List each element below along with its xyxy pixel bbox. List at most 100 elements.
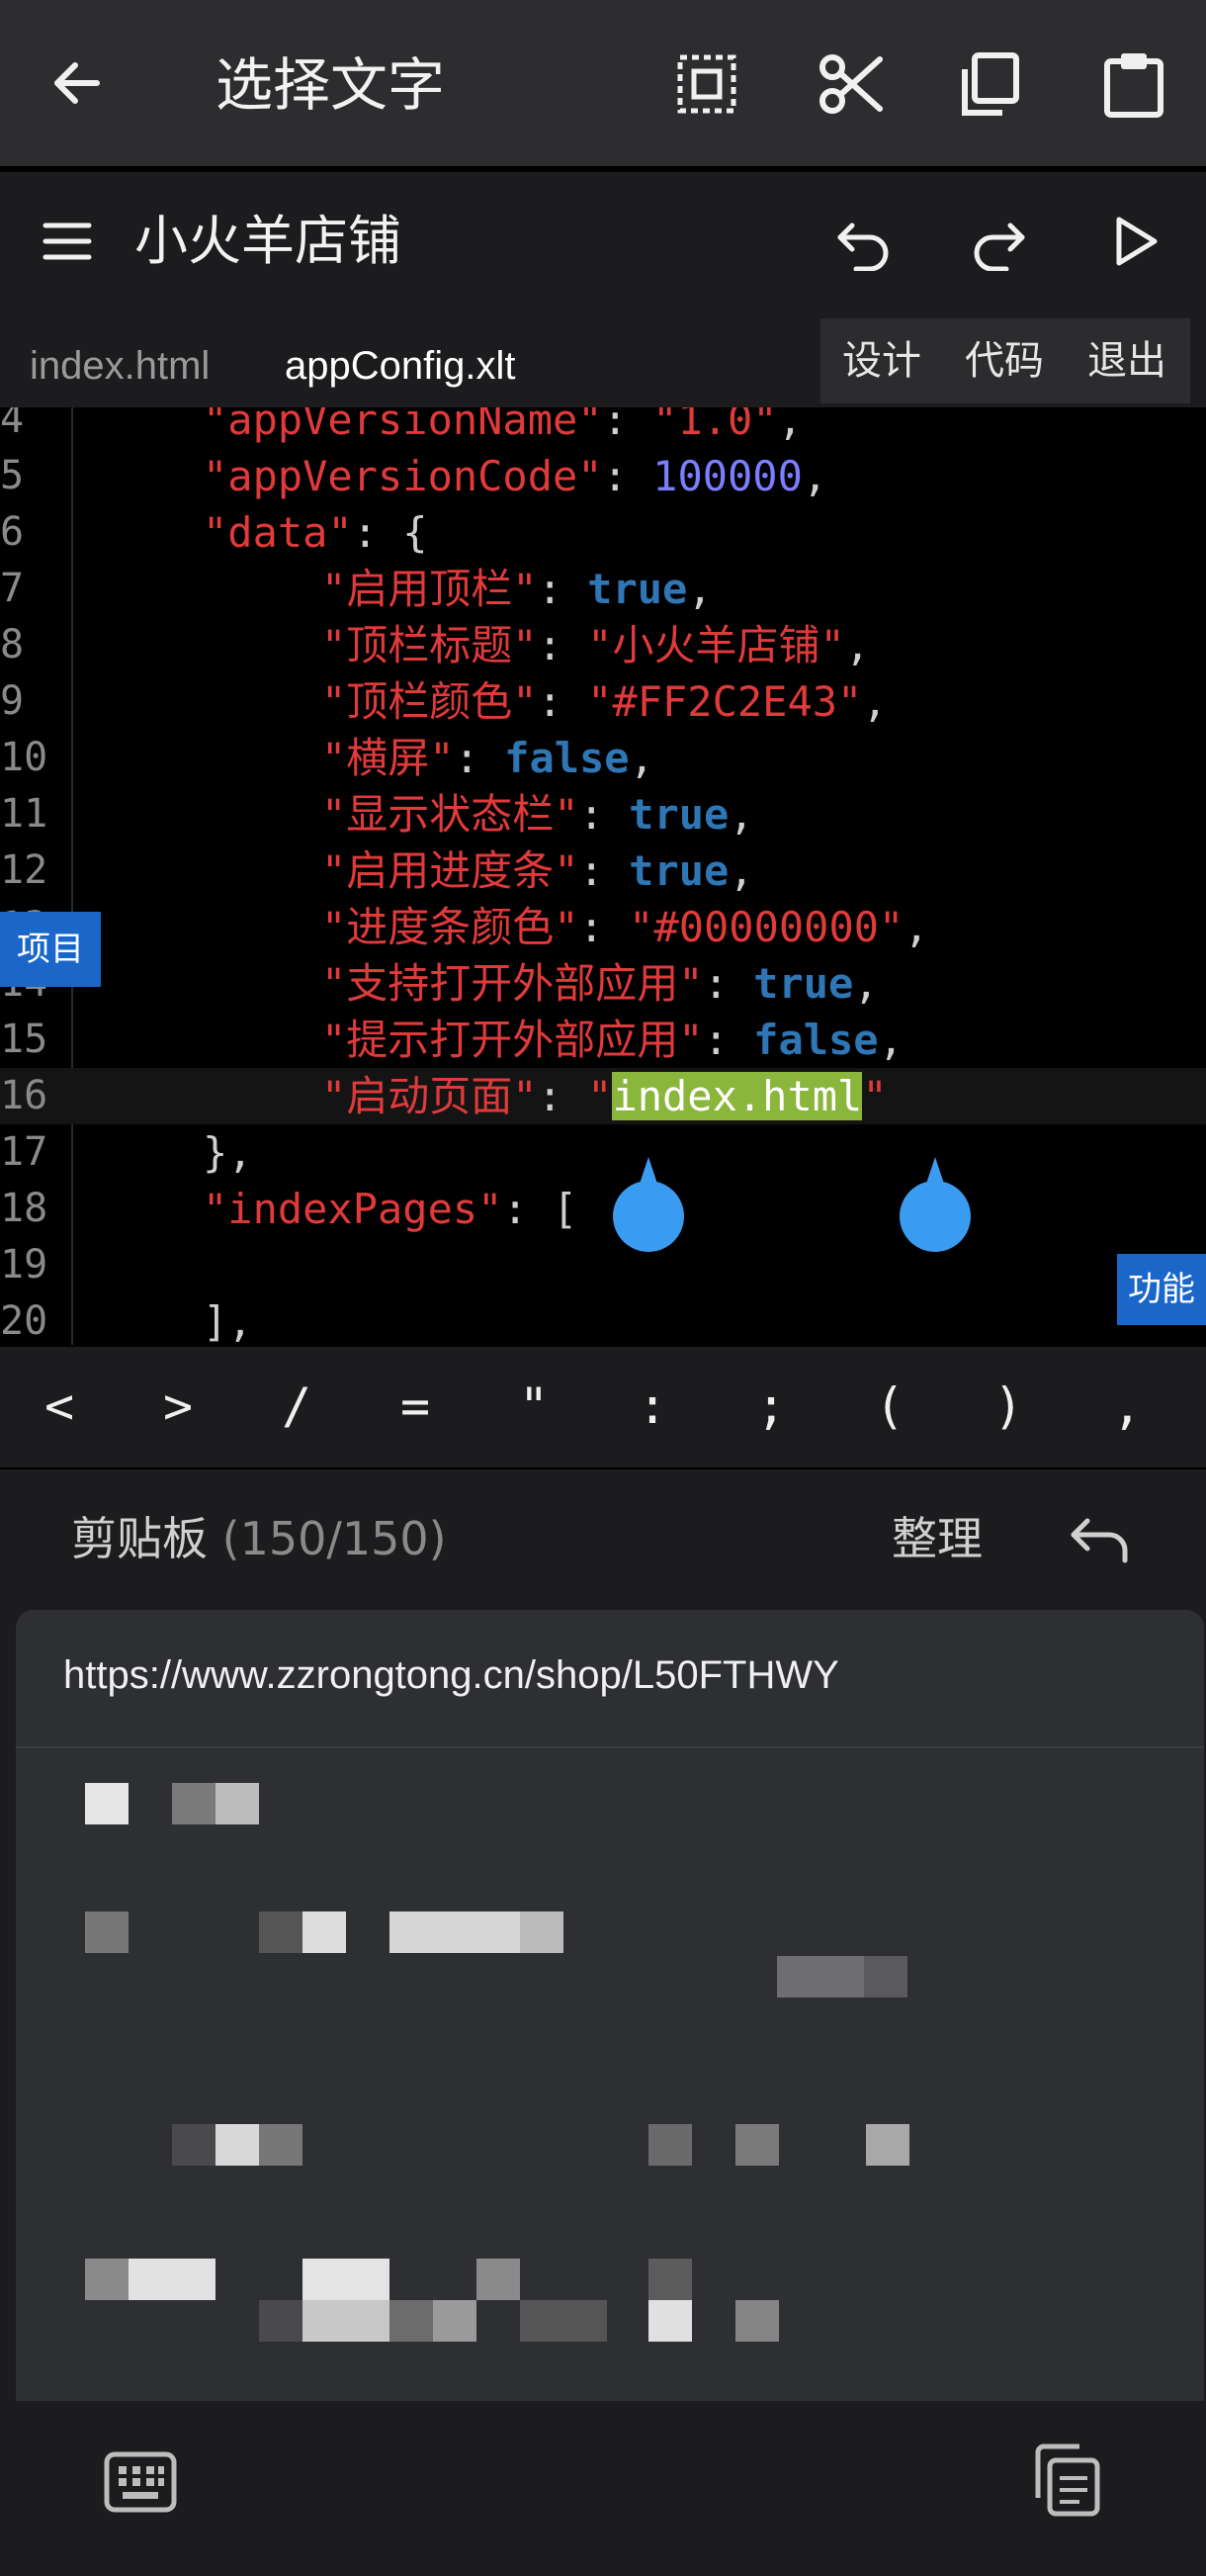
code-token: "1.0" [652,407,778,444]
code-token: "indexPages" [203,1185,503,1233]
code-line[interactable]: 20], [0,1293,1206,1345]
code-token: "启用进度条" [321,846,579,895]
line-number: 9 [0,678,25,724]
code-token: }, [203,1128,253,1177]
code-line[interactable]: 19 [0,1237,1206,1293]
code-token: "#00000000" [629,903,904,951]
code-line[interactable]: 14"支持打开外部应用": true, [0,955,1206,1012]
clipboard-count: (150/150) [221,1512,447,1565]
clipboard-bottom-bar [0,2401,1206,2576]
clipboard-copy-icon[interactable] [1026,2441,1105,2520]
code-token: , [862,677,888,726]
code-text: "appVersionName": "1.0", [203,407,803,448]
code-token: "小火羊店铺" [587,621,845,669]
code-mode-button[interactable]: 代码 [965,336,1044,386]
code-line[interactable]: 12 "启用进度条": true, [0,843,1206,899]
code-line[interactable]: 7 "启用顶栏": true, [0,561,1206,617]
redo-icon[interactable] [969,212,1028,271]
code-token: true [587,565,688,613]
code-token: false [753,1016,879,1064]
code-token: ], [203,1297,253,1345]
hamburger-menu-icon[interactable] [42,216,93,267]
selection-end-handle[interactable] [900,1157,971,1252]
code-token: "顶栏标题" [321,621,538,669]
symbol-key[interactable]: > [119,1377,237,1436]
tab-appconfig-xlt[interactable]: appConfig.xlt [285,342,515,390]
code-token: : [578,846,630,895]
clipboard-title-text: 剪贴板 [71,1512,208,1565]
code-token: , [878,1016,904,1064]
clipboard-title: 剪贴板 (150/150) [71,1509,447,1568]
text-selection-action-bar: 选择文字 [0,0,1206,166]
back-arrow-icon[interactable] [47,53,107,113]
code-line[interactable]: 13"进度条颜色": "#00000000", [0,899,1206,955]
symbol-key[interactable]: ) [949,1377,1068,1436]
symbol-key[interactable]: ( [830,1377,949,1436]
cut-scissors-icon[interactable] [817,49,886,119]
code-line[interactable]: 18 "indexPages": [ [0,1181,1206,1237]
function-side-tab[interactable]: 功能 [1117,1254,1206,1325]
code-line[interactable]: 10 "横屏": false, [0,730,1206,786]
code-token: , [729,790,754,839]
copy-icon[interactable] [955,49,1024,119]
symbol-key[interactable]: ; [712,1377,830,1436]
code-text: ], [203,1293,253,1345]
line-number: 20 [0,1298,48,1344]
line-number: 15 [0,1017,48,1062]
code-line[interactable]: 15 "提示打开外部应用": false, [0,1012,1206,1068]
design-mode-button[interactable]: 设计 [842,336,921,386]
code-text: }, [203,1124,253,1181]
code-text: "appVersionCode": 100000, [203,448,827,504]
symbol-key[interactable]: / [237,1377,356,1436]
code-token: : { [352,508,428,557]
code-line[interactable]: 11 "显示状态栏": true, [0,786,1206,843]
code-token: , [802,452,828,500]
undo-icon[interactable] [834,212,894,271]
clipboard-tidy-button[interactable]: 整理 [892,1509,983,1568]
code-text: "显示状态栏": true, [321,786,754,843]
clipboard-item-text: https://www.zzrongtong.cn/shop/L50FTHWY [63,1653,839,1697]
code-token: , [687,565,713,613]
clipboard-return-icon[interactable] [1068,1511,1133,1570]
symbol-key[interactable]: , [1068,1377,1186,1436]
code-text: "横屏": false, [321,730,654,786]
code-token: , [729,846,754,895]
code-line[interactable]: 6 "data": { [0,504,1206,561]
symbol-key[interactable]: " [474,1377,593,1436]
code-token: : [454,734,505,782]
clipboard-item[interactable]: https://www.zzrongtong.cn/shop/L50FTHWY [16,1610,1204,1748]
run-play-icon[interactable] [1105,212,1164,271]
code-line[interactable]: 5 "appVersionCode": 100000, [0,448,1206,504]
keyboard-icon[interactable] [103,2444,178,2520]
code-line[interactable]: 16 "启动页面": "index.html" [0,1068,1206,1124]
action-bar-title: 选择文字 [215,51,446,119]
code-token: "#FF2C2E43" [587,677,863,726]
code-line[interactable]: 4 "appVersionName": "1.0", [0,407,1206,448]
code-text: "顶栏标题": "小火羊店铺", [321,617,870,673]
line-number: 11 [0,791,48,837]
code-line[interactable]: 9 "顶栏颜色": "#FF2C2E43", [0,673,1206,730]
code-token: true [753,959,854,1008]
line-number: 8 [0,622,25,667]
tab-index-html[interactable]: index.html [30,342,210,390]
code-editor[interactable]: 4 "appVersionName": "1.0", 5 "appVersionCod… [0,407,1206,1345]
code-token: false [504,734,630,782]
code-token: "appVersionName" [203,407,603,444]
line-number: 5 [0,453,25,498]
selection-start-handle[interactable] [613,1157,684,1252]
line-number: 17 [0,1129,48,1175]
symbol-key[interactable]: = [356,1377,474,1436]
project-side-tab[interactable]: 项目 [0,912,101,987]
symbol-key[interactable]: : [593,1377,712,1436]
code-line[interactable]: 8 "顶栏标题": "小火羊店铺", [0,617,1206,673]
selected-text: index.html [612,1072,863,1120]
symbol-key[interactable]: < [0,1377,119,1436]
code-text: "启用进度条": true, [321,843,754,899]
paste-clipboard-icon[interactable] [1099,49,1168,119]
code-token: : [703,959,754,1008]
select-all-icon[interactable] [672,49,741,119]
code-line[interactable]: 17}, [0,1124,1206,1181]
line-number: 16 [0,1073,48,1118]
exit-button[interactable]: 退出 [1087,336,1166,386]
line-number: 7 [0,566,25,611]
